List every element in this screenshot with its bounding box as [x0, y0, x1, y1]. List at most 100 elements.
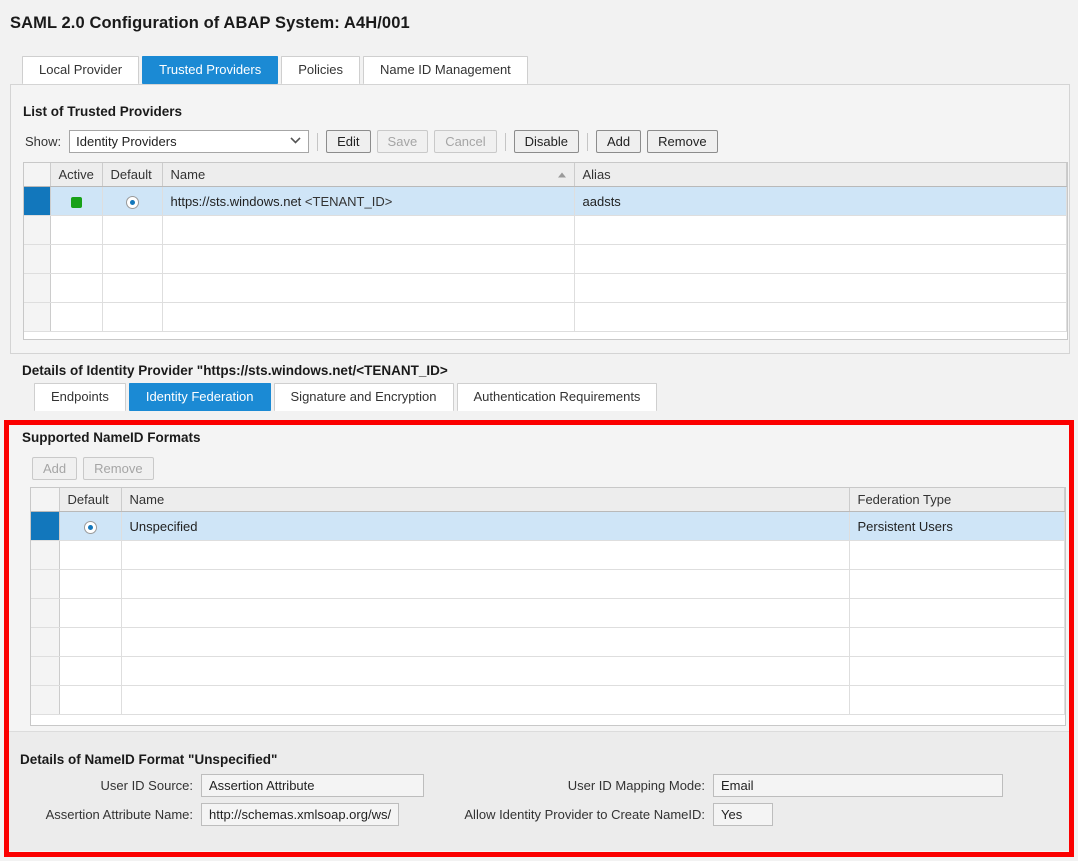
input-user-id-mapping-mode[interactable]: Email: [713, 774, 1003, 797]
cell-alias: [574, 216, 1067, 245]
tab-name-id-management[interactable]: Name ID Management: [363, 56, 528, 84]
column-header-name[interactable]: Name: [162, 163, 574, 187]
table-row-empty[interactable]: [24, 274, 1067, 303]
table-row-empty[interactable]: [31, 541, 1065, 570]
column-header-default[interactable]: Default: [102, 163, 162, 187]
disable-button[interactable]: Disable: [514, 130, 579, 153]
table-row[interactable]: Unspecified Persistent Users: [31, 512, 1065, 541]
cell-default[interactable]: [59, 512, 121, 541]
label-user-id-source: User ID Source:: [88, 778, 193, 793]
input-allow-idp-create-nameid[interactable]: Yes: [713, 803, 773, 826]
cell-name: Unspecified: [121, 512, 849, 541]
cell-federation-type: Persistent Users: [849, 512, 1065, 541]
cell-active: [50, 187, 102, 216]
tab-trusted-providers[interactable]: Trusted Providers: [142, 56, 278, 84]
table-row-empty[interactable]: [31, 657, 1065, 686]
tab-signature-and-encryption[interactable]: Signature and Encryption: [274, 383, 454, 411]
row-selection-marker[interactable]: [31, 628, 59, 657]
tab-policies[interactable]: Policies: [281, 56, 360, 84]
cell-default: [102, 245, 162, 274]
cell-name: [121, 657, 849, 686]
row-selection-marker[interactable]: [24, 303, 50, 332]
show-select[interactable]: Identity Providers: [69, 130, 309, 153]
edit-button[interactable]: Edit: [326, 130, 370, 153]
cell-name: [121, 541, 849, 570]
trusted-providers-table[interactable]: Active Default Name Alias: [23, 162, 1068, 340]
table-row-empty[interactable]: [24, 303, 1067, 332]
cell-federation-type: [849, 628, 1065, 657]
tab-authentication-requirements[interactable]: Authentication Requirements: [457, 383, 658, 411]
tab-identity-federation[interactable]: Identity Federation: [129, 383, 271, 411]
page-title: SAML 2.0 Configuration of ABAP System: A…: [10, 14, 410, 33]
default-radio[interactable]: [126, 196, 139, 209]
column-header-federation-type[interactable]: Federation Type: [849, 488, 1065, 512]
cell-alias: [574, 303, 1067, 332]
row-selection-marker[interactable]: [31, 512, 59, 541]
cell-default: [59, 570, 121, 599]
input-user-id-source[interactable]: Assertion Attribute: [201, 774, 424, 797]
cell-name: https://sts.windows.net <TENANT_ID>: [162, 187, 574, 216]
tenant-id-placeholder: <TENANT_ID>: [305, 194, 392, 209]
table-row-empty[interactable]: [24, 245, 1067, 274]
nameid-formats-heading: Supported NameID Formats: [22, 430, 201, 445]
table-row-empty[interactable]: [24, 216, 1067, 245]
table-row-empty[interactable]: [31, 686, 1065, 715]
row-selection-marker[interactable]: [31, 657, 59, 686]
table-row-empty[interactable]: [31, 570, 1065, 599]
cell-federation-type: [849, 657, 1065, 686]
cell-alias: aadsts: [574, 187, 1067, 216]
column-header-active[interactable]: Active: [50, 163, 102, 187]
sort-ascending-icon: [558, 172, 566, 177]
toolbar-separator: [587, 133, 588, 151]
cell-name: [121, 599, 849, 628]
column-header-alias[interactable]: Alias: [574, 163, 1067, 187]
row-marker-header: [31, 488, 59, 512]
column-header-default[interactable]: Default: [59, 488, 121, 512]
cell-federation-type: [849, 599, 1065, 628]
cell-federation-type: [849, 570, 1065, 599]
row-selection-marker[interactable]: [31, 686, 59, 715]
cell-default[interactable]: [102, 187, 162, 216]
cancel-button: Cancel: [434, 130, 496, 153]
cell-name: [121, 628, 849, 657]
row-selection-marker[interactable]: [31, 541, 59, 570]
add-provider-button[interactable]: Add: [596, 130, 641, 153]
remove-provider-button[interactable]: Remove: [647, 130, 717, 153]
table-row-empty[interactable]: [31, 628, 1065, 657]
trusted-providers-toolbar: Show: Identity Providers Edit Save Cance…: [25, 130, 718, 153]
tenant-id-placeholder: <TENANT_ID>: [356, 363, 448, 378]
main-tabstrip: Local Provider Trusted Providers Policie…: [22, 56, 528, 84]
tab-endpoints[interactable]: Endpoints: [34, 383, 126, 411]
row-selection-marker[interactable]: [24, 245, 50, 274]
cell-federation-type: [849, 686, 1065, 715]
field-assertion-attribute-name: Assertion Attribute Name: http://schemas…: [24, 803, 399, 826]
row-selection-marker[interactable]: [31, 570, 59, 599]
cell-federation-type: [849, 541, 1065, 570]
column-header-name[interactable]: Name: [121, 488, 849, 512]
toolbar-separator: [505, 133, 506, 151]
table-row-empty[interactable]: [31, 599, 1065, 628]
cell-name: [162, 303, 574, 332]
nameid-formats-toolbar: Add Remove: [32, 457, 154, 480]
table-header-row: Default Name Federation Type: [31, 488, 1065, 512]
cell-name: [162, 245, 574, 274]
cell-default: [59, 541, 121, 570]
field-user-id-mapping-mode: User ID Mapping Mode: Email: [559, 774, 1003, 797]
row-selection-marker[interactable]: [31, 599, 59, 628]
table-row[interactable]: https://sts.windows.net <TENANT_ID> aads…: [24, 187, 1067, 216]
tab-local-provider[interactable]: Local Provider: [22, 56, 139, 84]
save-button: Save: [377, 130, 429, 153]
input-assertion-attribute-name[interactable]: http://schemas.xmlsoap.org/ws/: [201, 803, 399, 826]
row-selection-marker[interactable]: [24, 274, 50, 303]
label-assertion-attribute-name: Assertion Attribute Name:: [24, 807, 193, 822]
trusted-providers-heading: List of Trusted Providers: [23, 104, 182, 119]
default-radio[interactable]: [84, 521, 97, 534]
row-selection-marker[interactable]: [24, 187, 50, 216]
row-marker-header: [24, 163, 50, 187]
nameid-formats-table[interactable]: Default Name Federation Type Unspecified…: [30, 487, 1066, 726]
cell-default: [102, 303, 162, 332]
cell-default: [59, 628, 121, 657]
cell-active: [50, 274, 102, 303]
cell-name: [121, 686, 849, 715]
row-selection-marker[interactable]: [24, 216, 50, 245]
